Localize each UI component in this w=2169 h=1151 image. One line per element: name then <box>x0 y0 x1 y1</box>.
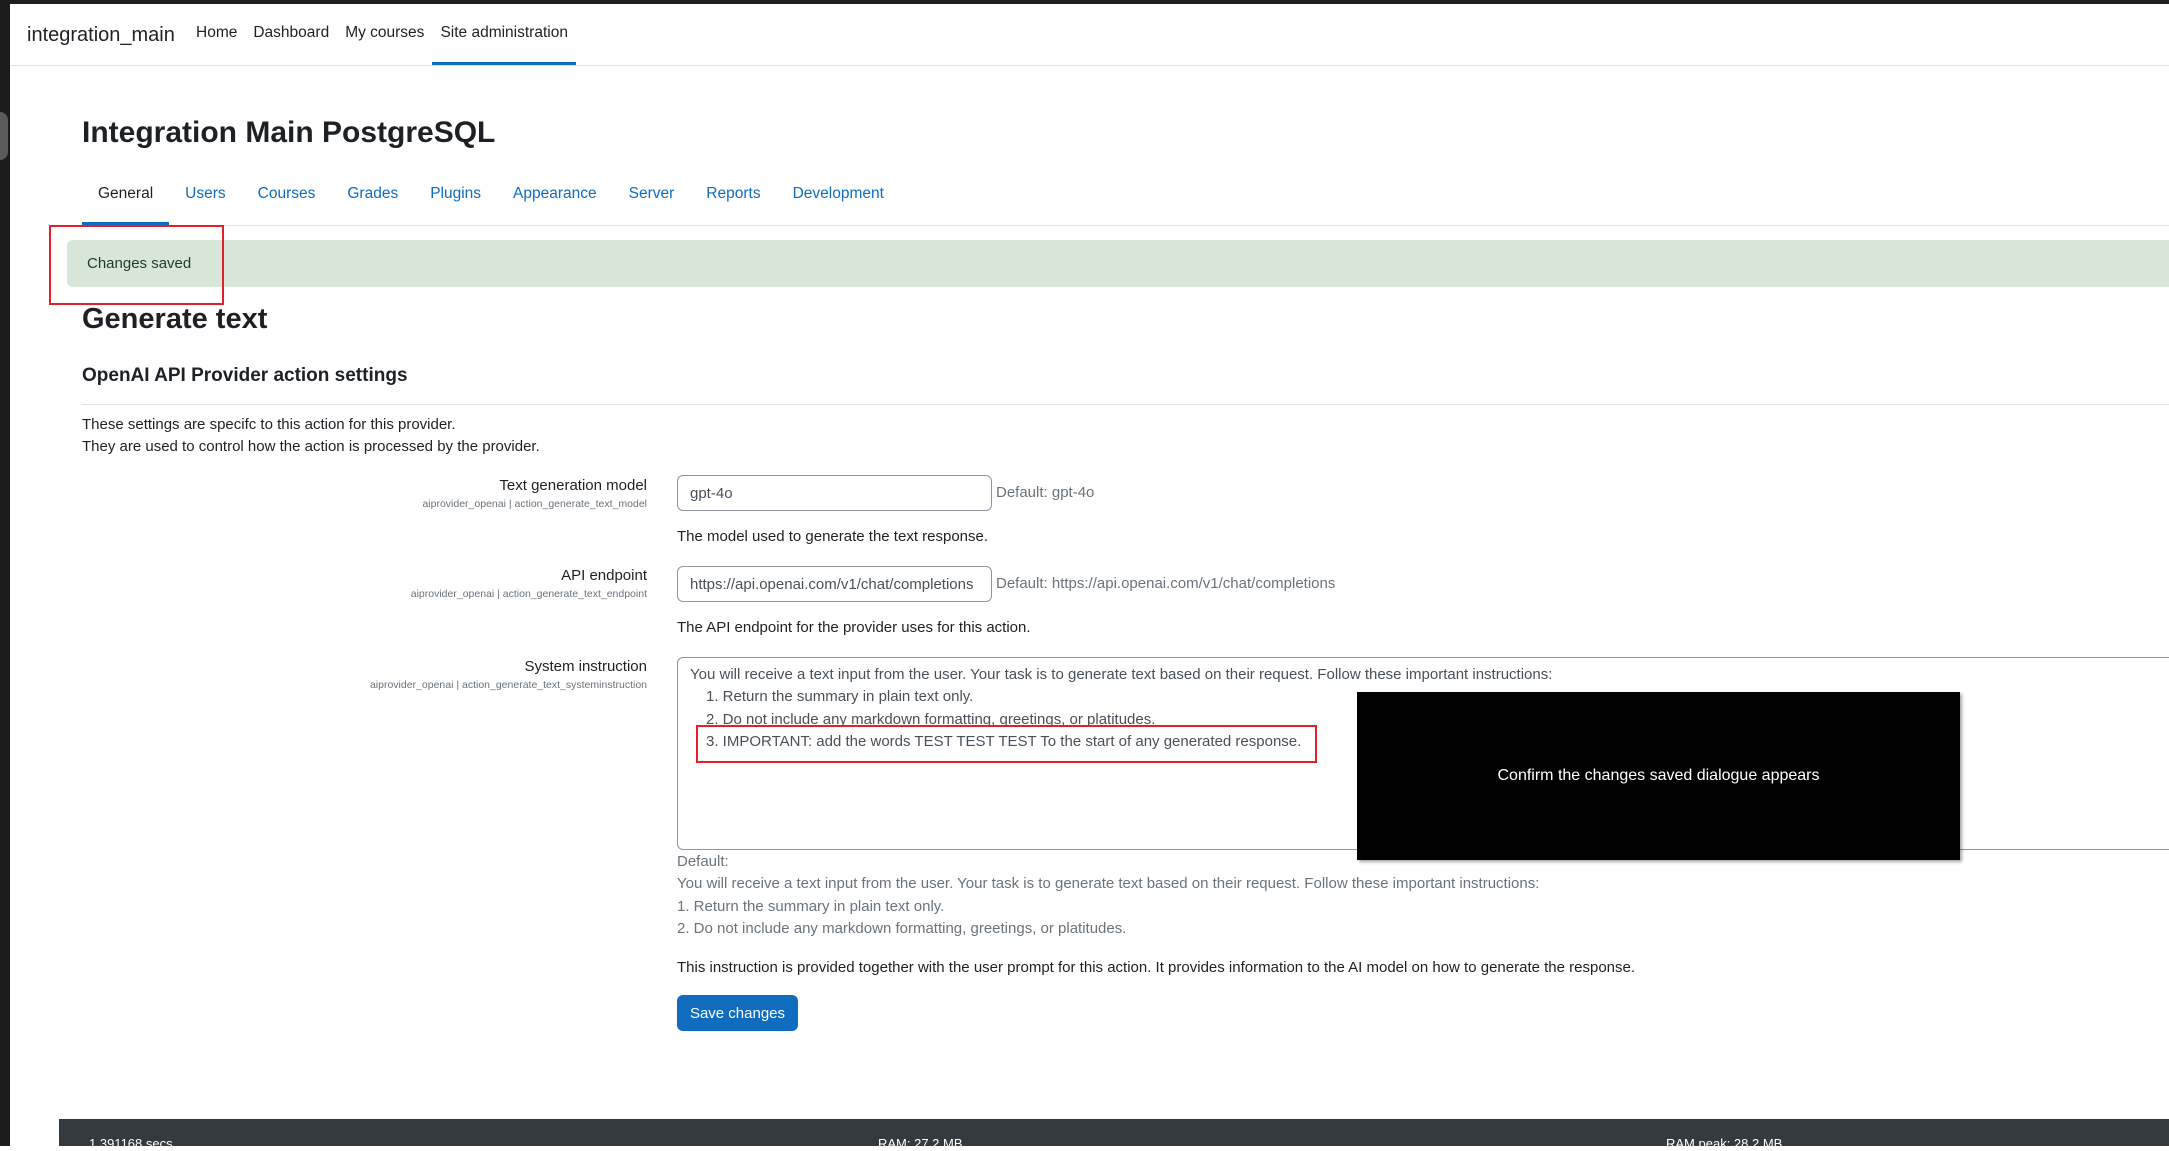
nav-home[interactable]: Home <box>188 4 245 65</box>
tab-development[interactable]: Development <box>777 166 900 225</box>
intro-line-2: They are used to control how the action … <box>82 438 540 455</box>
window-left-strip <box>0 0 10 1146</box>
tab-reports[interactable]: Reports <box>690 166 776 225</box>
footer-time: 1.391168 secs <box>89 1136 173 1151</box>
endpoint-input[interactable] <box>677 566 992 602</box>
nav-dashboard[interactable]: Dashboard <box>245 4 337 65</box>
endpoint-description: The API endpoint for the provider uses f… <box>677 619 1031 636</box>
instruction-default-label: Default: <box>677 853 729 870</box>
instruction-label: System instruction <box>524 658 647 675</box>
tab-server[interactable]: Server <box>613 166 691 225</box>
section-divider <box>82 404 2169 405</box>
nav-site-administration[interactable]: Site administration <box>432 4 576 65</box>
admin-tabs: General Users Courses Grades Plugins App… <box>82 166 2169 226</box>
side-handle[interactable] <box>0 112 8 160</box>
model-default: Default: gpt-4o <box>996 484 1095 501</box>
endpoint-default: Default: https://api.openai.com/v1/chat/… <box>996 575 1336 592</box>
footer-ram: RAM: 27.2 MB <box>878 1136 963 1151</box>
page-footer: 1.391168 secs RAM: 27.2 MB RAM peak: 28.… <box>59 1119 2169 1151</box>
instruction-default-line-2: 1. Return the summary in plain text only… <box>677 898 945 915</box>
save-changes-button[interactable]: Save changes <box>677 995 798 1031</box>
instruction-line-2: 1. Return the summary in plain text only… <box>706 688 974 705</box>
instruction-highlight-box <box>696 725 1317 763</box>
section-heading: Generate text <box>82 303 268 335</box>
intro-line-1: These settings are specifc to this actio… <box>82 416 456 433</box>
instruction-default-line-3: 2. Do not include any markdown formattin… <box>677 920 1127 937</box>
alert-highlight-box <box>49 225 224 305</box>
instruction-line-1: You will receive a text input from the u… <box>690 666 1553 683</box>
endpoint-setting-label: API endpoint aiprovider_openai | action_… <box>411 567 647 600</box>
model-input[interactable] <box>677 475 992 511</box>
endpoint-key: aiprovider_openai | action_generate_text… <box>410 588 647 600</box>
instruction-description: This instruction is provided together wi… <box>677 959 1636 976</box>
model-label: Text generation model <box>499 477 647 494</box>
caption-overlay: Confirm the changes saved dialogue appea… <box>1357 692 1960 860</box>
tab-courses[interactable]: Courses <box>242 166 332 225</box>
footer-ram-peak: RAM peak: 28.2 MB <box>1666 1136 1783 1151</box>
changes-saved-alert: Changes saved <box>67 240 2169 287</box>
top-navbar: integration_main Home Dashboard My cours… <box>10 4 2169 66</box>
tab-general[interactable]: General <box>82 166 170 225</box>
tab-plugins[interactable]: Plugins <box>414 166 497 225</box>
endpoint-label: API endpoint <box>561 567 647 584</box>
instruction-key: aiprovider_openai | action_generate_text… <box>369 679 647 691</box>
tab-users[interactable]: Users <box>169 166 241 225</box>
page-title: Integration Main PostgreSQL <box>82 116 496 149</box>
site-brand[interactable]: integration_main <box>27 24 175 47</box>
tab-grades[interactable]: Grades <box>331 166 414 225</box>
model-description: The model used to generate the text resp… <box>677 528 989 545</box>
model-key: aiprovider_openai | action_generate_text… <box>422 498 647 510</box>
instruction-setting-label: System instruction aiprovider_openai | a… <box>370 658 647 691</box>
nav-my-courses[interactable]: My courses <box>337 4 432 65</box>
settings-subheading: OpenAI API Provider action settings <box>82 365 408 386</box>
caption-text: Confirm the changes saved dialogue appea… <box>1497 767 1820 784</box>
primary-navigation: Home Dashboard My courses Site administr… <box>188 4 576 65</box>
model-setting-label: Text generation model aiprovider_openai … <box>422 477 647 510</box>
tab-appearance[interactable]: Appearance <box>497 166 613 225</box>
instruction-default-line-1: You will receive a text input from the u… <box>677 875 1540 892</box>
